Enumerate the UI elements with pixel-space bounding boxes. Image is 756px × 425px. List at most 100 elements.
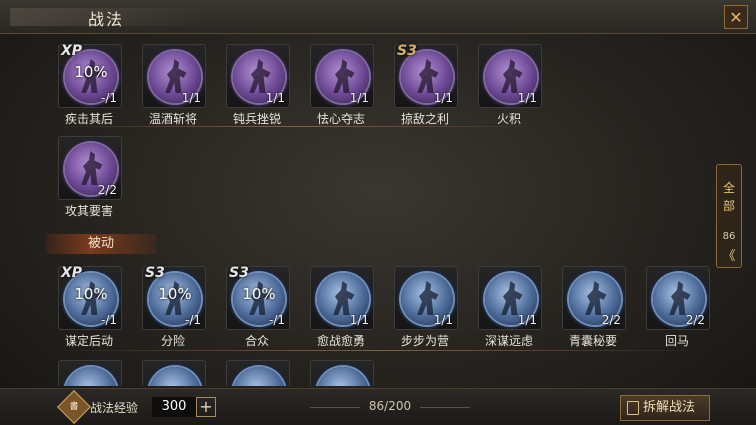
skill-name: 钝兵挫锐 (232, 112, 281, 126)
skill-frame (58, 360, 122, 386)
skill-card[interactable]: 1/1 温酒斩将 (136, 40, 210, 126)
skill-badge: S3 (229, 265, 249, 281)
exp-book-icon-glyph: 書 (69, 402, 79, 412)
skill-card[interactable]: S3 1/1 掠敌之利 (388, 40, 462, 126)
add-exp-button[interactable]: + (196, 397, 216, 417)
skill-frame: 1/1 (310, 44, 374, 108)
skills-window: 战法 ✕ 10% XP -/1 疾击其后 1/1 温酒斩将 1/1 钝兵挫锐 1… (0, 0, 756, 425)
skill-count: -/1 (268, 313, 285, 327)
dismantle-icon (627, 401, 639, 415)
filter-tab-label: 全 部 (717, 179, 741, 215)
skill-count: 2/2 (601, 313, 621, 327)
skill-frame (142, 360, 206, 386)
skill-card[interactable]: 2/2 攻其要害 (52, 132, 126, 218)
skill-name: 回马 (664, 334, 689, 348)
skill-frame: 1/1 (478, 266, 542, 330)
filter-tab-label-line1: 全 (722, 181, 735, 195)
skill-card-partial[interactable] (52, 356, 126, 386)
skill-count: 1/1 (433, 313, 453, 327)
skill-count: -/1 (184, 313, 201, 327)
skill-count: -/1 (100, 313, 117, 327)
exp-value: 300 (152, 397, 196, 417)
skill-capacity: 86/200 (368, 399, 412, 413)
capacity-divider-right (420, 407, 470, 408)
skill-frame: S3 1/1 (394, 43, 458, 108)
skill-name: 分险 (160, 334, 185, 348)
passive-section-label: 被动 (46, 234, 156, 254)
close-icon: ✕ (729, 7, 743, 27)
skill-progress: 10% (74, 285, 108, 303)
skill-frame: 1/1 (226, 44, 290, 108)
skill-count: 1/1 (517, 313, 537, 327)
double-arrow-left-icon: 《 (722, 249, 736, 264)
skill-name: 合众 (244, 334, 269, 348)
footer-bar: 書 战法经验 300 + 86/200 拆解战法 (0, 388, 756, 425)
skill-name: 步步为营 (400, 334, 449, 348)
skill-badge: XP (61, 265, 83, 281)
skill-frame: 1/1 (394, 266, 458, 330)
filter-tab-all[interactable]: 全 部 86 《 (716, 164, 742, 268)
skill-frame: 10% S3 -/1 (226, 265, 290, 330)
skill-card[interactable]: 1/1 怯心夺志 (304, 40, 378, 126)
skills-grid: 10% XP -/1 疾击其后 1/1 温酒斩将 1/1 钝兵挫锐 1/1 怯心… (46, 36, 716, 386)
skill-medallion-icon (149, 367, 201, 386)
skill-name: 疾击其后 (64, 112, 113, 126)
skill-card[interactable]: 1/1 深谋远虑 (472, 262, 546, 348)
row-divider (46, 126, 546, 127)
skill-count: 2/2 (97, 183, 117, 197)
skill-frame: 1/1 (310, 266, 374, 330)
skill-frame: 10% S3 -/1 (142, 265, 206, 330)
skill-frame (310, 360, 374, 386)
skill-card[interactable]: 10% XP -/1 疾击其后 (52, 40, 126, 126)
skill-name: 温酒斩将 (148, 112, 197, 126)
skill-card[interactable]: 1/1 火积 (472, 40, 546, 126)
skill-frame: 2/2 (562, 266, 626, 330)
skill-name: 火积 (496, 112, 521, 126)
skill-card[interactable]: 1/1 愈战愈勇 (304, 262, 378, 348)
skill-badge: XP (61, 43, 83, 59)
close-button[interactable]: ✕ (724, 5, 748, 29)
skill-progress: 10% (74, 63, 108, 81)
skill-card-partial[interactable] (136, 356, 210, 386)
skill-count: 1/1 (349, 313, 369, 327)
window-title: 战法 (88, 10, 125, 29)
skill-badge: S3 (145, 265, 165, 281)
skill-frame: 1/1 (142, 44, 206, 108)
skill-name: 掠敌之利 (400, 112, 449, 126)
skill-card[interactable]: 10% S3 -/1 分险 (136, 262, 210, 348)
skill-count: 1/1 (349, 91, 369, 105)
exp-label: 战法经验 (90, 401, 139, 415)
skill-frame: 10% XP -/1 (58, 43, 122, 108)
skill-count: -/1 (100, 91, 117, 105)
skill-progress: 10% (242, 285, 276, 303)
skill-medallion-icon (233, 367, 285, 386)
skill-count: 1/1 (433, 91, 453, 105)
skill-name: 谋定后动 (64, 334, 113, 348)
skill-card[interactable]: 10% XP -/1 谋定后动 (52, 262, 126, 348)
skill-progress: 10% (158, 285, 192, 303)
skill-name: 青囊秘要 (568, 334, 617, 348)
skill-card-partial[interactable] (220, 356, 294, 386)
skill-count: 2/2 (685, 313, 705, 327)
skill-count: 1/1 (265, 91, 285, 105)
skill-card[interactable]: 2/2 青囊秘要 (556, 262, 630, 348)
filter-tab-label-line2: 部 (722, 199, 735, 213)
skill-name: 攻其要害 (64, 204, 113, 218)
skill-frame: 2/2 (646, 266, 710, 330)
skill-badge: S3 (397, 43, 417, 59)
skill-name: 深谋远虑 (484, 334, 533, 348)
row-divider (46, 350, 716, 351)
skill-card[interactable]: 1/1 步步为营 (388, 262, 462, 348)
skill-card-partial[interactable] (304, 356, 378, 386)
skill-count: 1/1 (181, 91, 201, 105)
skill-frame: 1/1 (478, 44, 542, 108)
skill-card[interactable]: 1/1 钝兵挫锐 (220, 40, 294, 126)
skill-frame: 2/2 (58, 136, 122, 200)
skill-card[interactable]: 10% S3 -/1 合众 (220, 262, 294, 348)
skill-card[interactable]: 2/2 回马 (640, 262, 714, 348)
filter-tab-count: 86 (722, 231, 736, 242)
skill-medallion-icon (317, 367, 369, 386)
title-bar: 战法 ✕ (0, 0, 756, 34)
skill-count: 1/1 (517, 91, 537, 105)
skill-medallion-icon (65, 367, 117, 386)
